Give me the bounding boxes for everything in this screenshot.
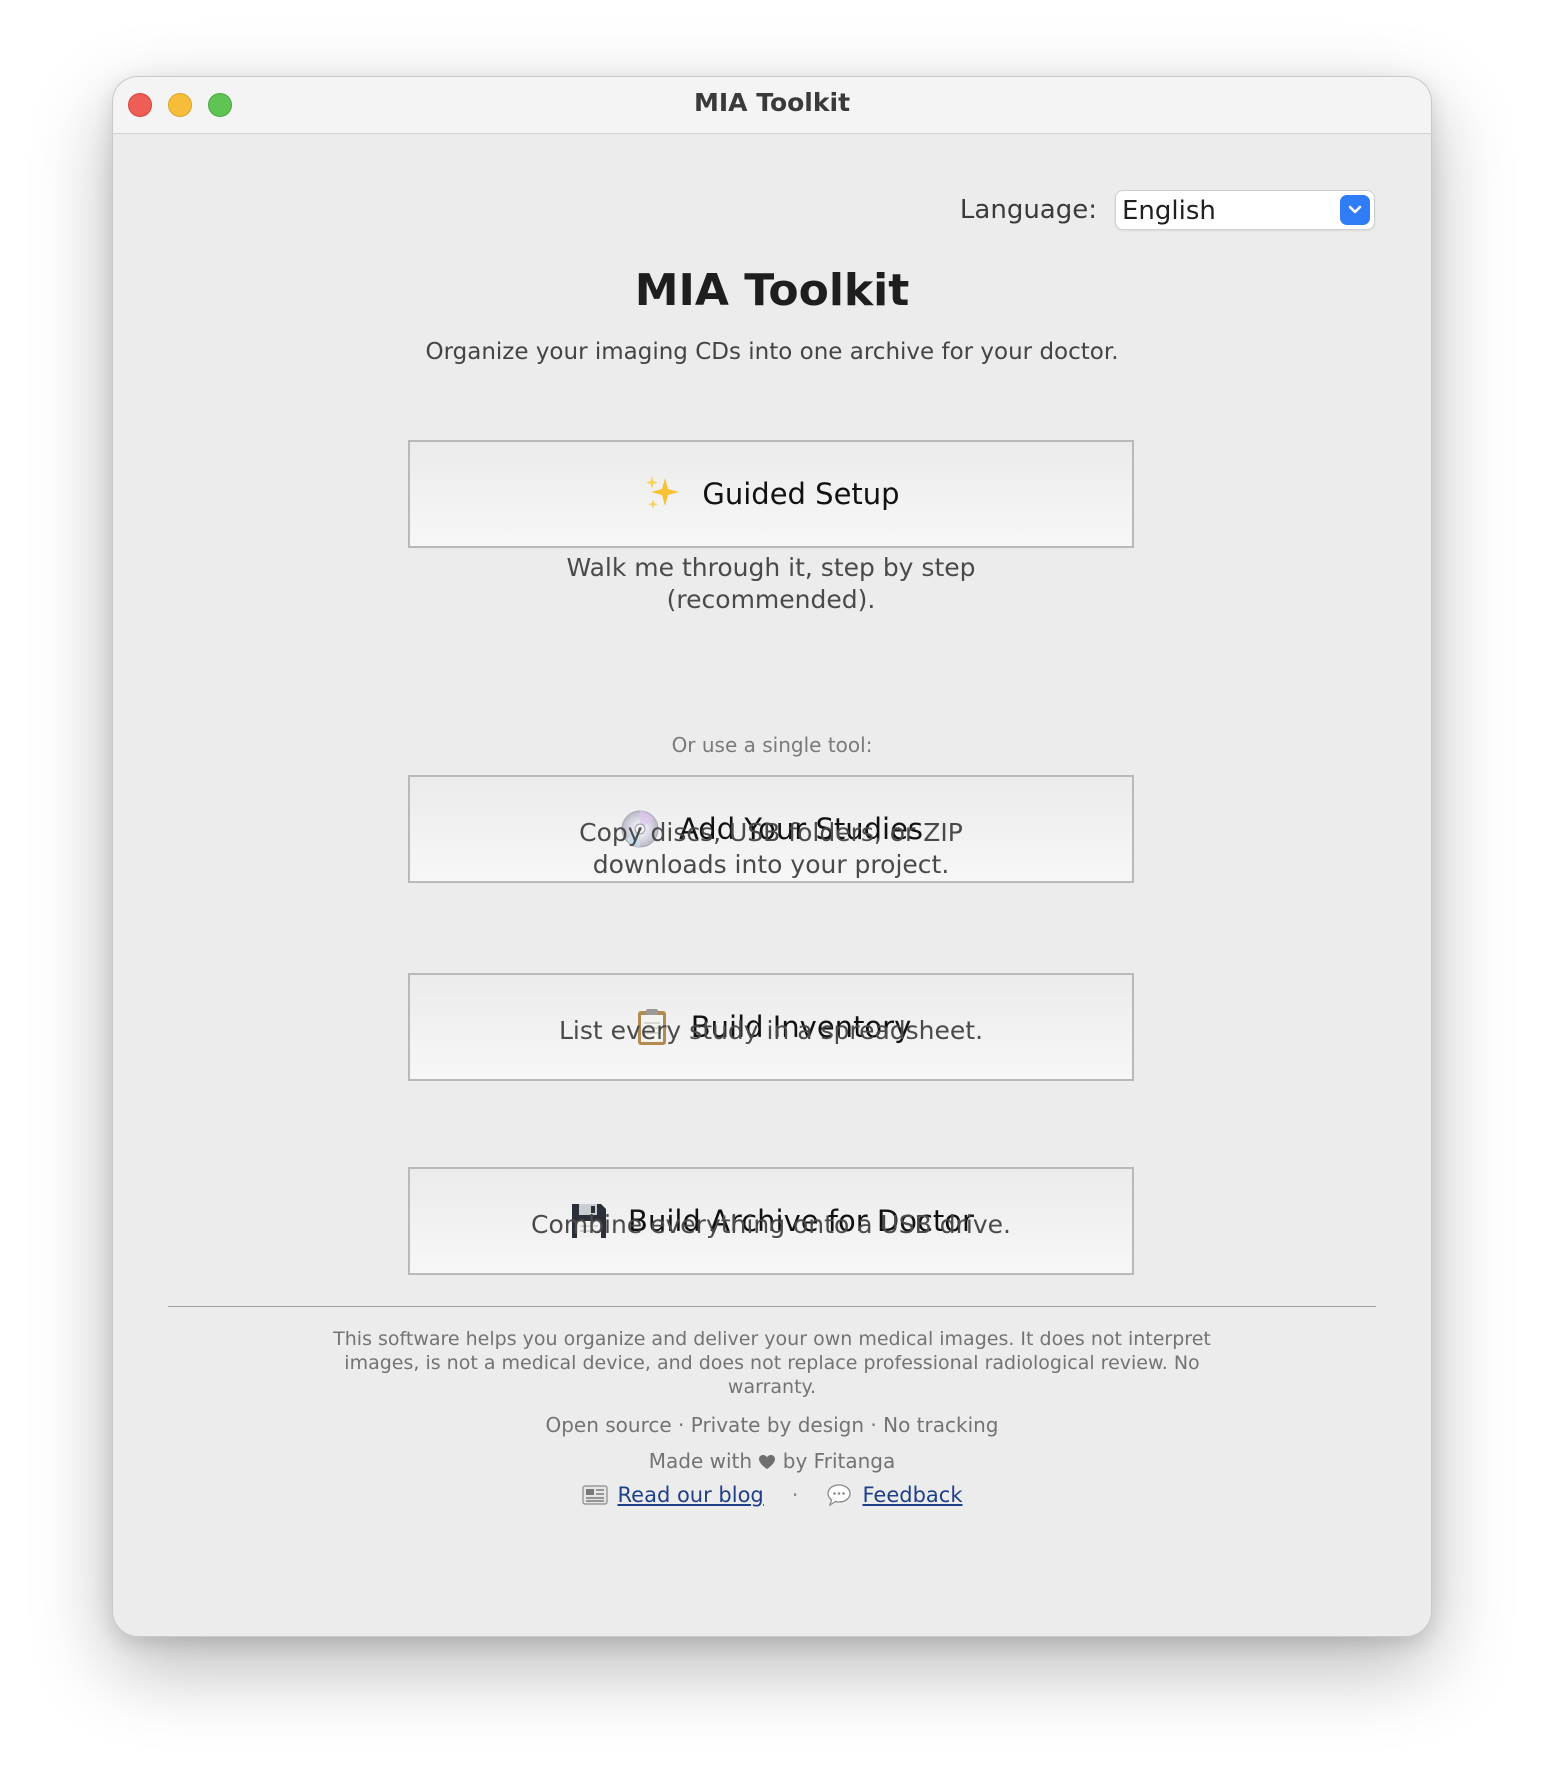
disclaimer-line3: warranty. — [727, 1376, 817, 1398]
main-content: Language: English MIA Toolkit Organize y… — [113, 134, 1431, 1636]
sparkles-icon — [642, 473, 684, 515]
guided-setup-label: Guided Setup — [702, 477, 900, 511]
add-studies-desc-lines: Copy discs, USB folders, or ZIP download… — [408, 817, 1134, 881]
guided-setup-button[interactable]: Guided Setup — [408, 440, 1134, 548]
language-label: Language: — [959, 195, 1097, 225]
language-selected-value: English — [1122, 196, 1216, 226]
made-with-credit: Made with by Fritanga — [113, 1449, 1431, 1473]
or-single-tool-label: Or use a single tool: — [671, 733, 873, 757]
read-our-blog-link[interactable]: Read our blog — [618, 1483, 764, 1507]
footer-divider — [168, 1306, 1376, 1307]
title-bar[interactable]: MIA Toolkit — [113, 77, 1431, 134]
build-inventory-description: List every study in a spreadsheet. — [408, 1015, 1134, 1047]
made-with-suffix: by Fritanga — [782, 1449, 896, 1473]
chevron-down-icon — [1340, 195, 1370, 225]
page-title: MIA Toolkit — [634, 265, 910, 316]
window-title: MIA Toolkit — [693, 88, 851, 117]
build-archive-description: Combine everything onto a USB drive. — [408, 1209, 1134, 1241]
heart-icon — [758, 1449, 782, 1473]
add-studies-desc-line1: Copy discs, USB folders, or ZIP — [579, 818, 963, 847]
app-window: MIA Toolkit Language: English MIA Toolki… — [112, 76, 1432, 1637]
feedback-link[interactable]: Feedback — [862, 1483, 962, 1507]
disclaimer: This software helps you organize and del… — [313, 1327, 1231, 1399]
language-row: Language: English — [960, 190, 1375, 230]
speech-bubble-icon — [826, 1482, 852, 1508]
made-with-prefix: Made with — [648, 1449, 753, 1473]
guided-setup-description: Walk me through it, step by step (recomm… — [408, 552, 1134, 616]
build-archive-desc-line1: Combine everything onto a USB drive. — [531, 1210, 1011, 1239]
add-studies-desc-line2: downloads into your project. — [592, 850, 950, 879]
newspaper-icon — [581, 1482, 608, 1508]
guided-desc-line1: Walk me through it, step by step — [566, 553, 976, 582]
page-subtitle: Organize your imaging CDs into one archi… — [425, 339, 1119, 365]
footer-links: Read our blog · Feedback — [113, 1482, 1431, 1508]
footer-tags: Open source · Private by design · No tra… — [545, 1413, 999, 1437]
build-inventory-desc-line1: List every study in a spreadsheet. — [558, 1016, 984, 1045]
language-select[interactable]: English — [1115, 190, 1375, 230]
link-separator: · — [791, 1483, 799, 1507]
disclaimer-line2: images, is not a medical device, and doe… — [344, 1352, 1200, 1374]
guided-desc-line2: (recommended). — [666, 585, 876, 614]
disclaimer-line1: This software helps you organize and del… — [333, 1328, 1211, 1350]
